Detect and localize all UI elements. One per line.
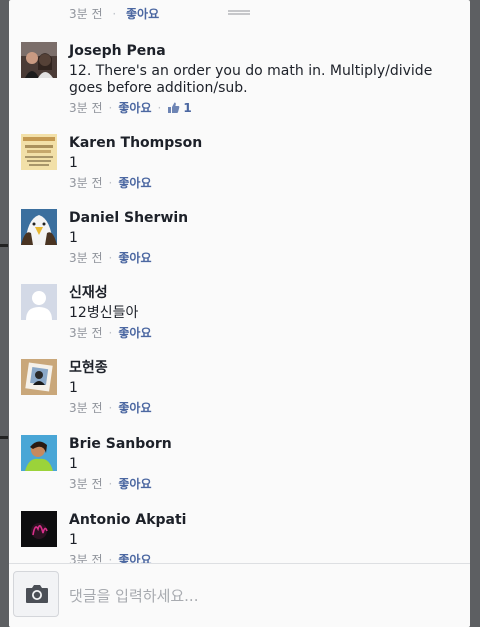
like-link[interactable]: 좋아요 xyxy=(118,326,151,340)
avatar[interactable] xyxy=(21,42,57,78)
commenter-name[interactable]: Daniel Sherwin xyxy=(69,209,458,227)
backdrop-edge xyxy=(0,436,8,439)
like-link[interactable]: 좋아요 xyxy=(118,477,151,491)
comment-text: 1 xyxy=(69,532,78,548)
thumbs-up-icon xyxy=(167,101,180,118)
avatar[interactable] xyxy=(21,435,57,471)
camera-button[interactable] xyxy=(13,571,59,617)
commenter-name[interactable]: 모현종 xyxy=(69,359,458,377)
partial-comment-meta: 3분 전 · 좋아요 xyxy=(69,7,160,21)
like-link[interactable]: 좋아요 xyxy=(118,251,151,265)
comment-time: 3분 전 xyxy=(69,401,103,415)
comment-text: 1 xyxy=(69,380,78,396)
camera-icon xyxy=(25,584,49,608)
avatar[interactable] xyxy=(21,134,57,170)
comment-text: 1 xyxy=(69,230,78,246)
comment-time: 3분 전 xyxy=(69,7,103,21)
comment-time: 3분 전 xyxy=(69,477,103,491)
comment-composer xyxy=(9,563,470,627)
comment-time: 3분 전 xyxy=(69,326,103,340)
comment-text: 1 xyxy=(69,456,78,472)
comment-input[interactable] xyxy=(69,582,458,610)
comment-text: 1 xyxy=(69,155,78,171)
avatar[interactable] xyxy=(21,511,57,547)
like-count[interactable]: 1 xyxy=(183,101,191,115)
like-link[interactable]: 좋아요 xyxy=(118,176,151,190)
like-link[interactable]: 좋아요 xyxy=(118,101,151,115)
comment-text: 12. There's an order you do math in. Mul… xyxy=(69,63,433,96)
backdrop-edge xyxy=(0,244,8,247)
avatar[interactable] xyxy=(21,359,57,395)
commenter-name[interactable]: Joseph Pena xyxy=(69,42,458,60)
like-link[interactable]: 좋아요 xyxy=(118,401,151,415)
commenter-name[interactable]: Brie Sanborn xyxy=(69,435,458,453)
like-link[interactable]: 좋아요 xyxy=(126,7,159,21)
comment-text: 12병신들아 xyxy=(69,305,139,321)
comment-time: 3분 전 xyxy=(69,251,103,265)
commenter-name[interactable]: Antonio Akpati xyxy=(69,511,458,529)
commenter-name[interactable]: 신재성 xyxy=(69,284,458,302)
screen: { "top_partial": { "time": "3분 전", "like… xyxy=(0,0,480,627)
comment-time: 3분 전 xyxy=(69,101,103,115)
avatar[interactable] xyxy=(21,209,57,245)
comment-time: 3분 전 xyxy=(69,176,103,190)
avatar[interactable] xyxy=(21,284,57,320)
comments-sheet: 3분 전 · 좋아요 Joseph Pena 12. There's an or… xyxy=(9,0,470,627)
commenter-name[interactable]: Karen Thompson xyxy=(69,134,458,152)
drag-handle[interactable] xyxy=(228,10,250,15)
